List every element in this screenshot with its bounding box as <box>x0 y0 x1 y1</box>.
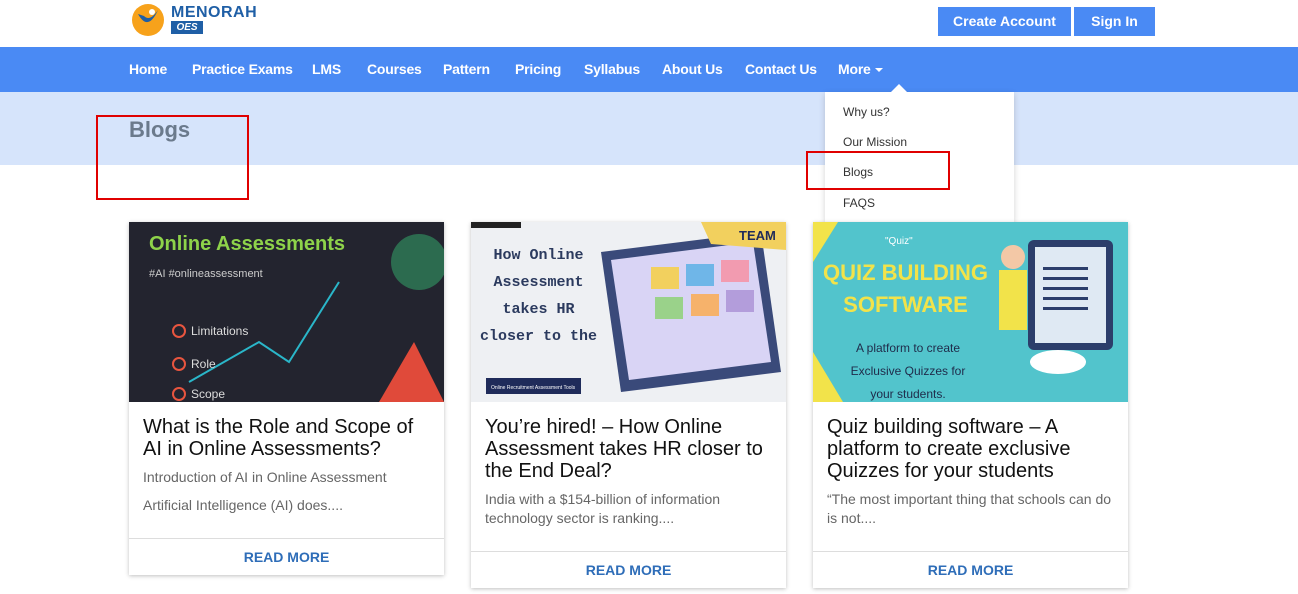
highlight-box-title <box>96 115 249 200</box>
nav-pattern[interactable]: Pattern <box>443 47 490 92</box>
logo-subtitle: OES <box>171 21 203 34</box>
nav-practice-exams[interactable]: Practice Exams <box>192 47 293 92</box>
blog-card-desc: “The most important thing that schools c… <box>827 491 1112 526</box>
blog-card-footer: READ MORE <box>813 551 1128 589</box>
dropdown-item-why-us[interactable]: Why us? <box>843 105 890 119</box>
img-text-scope: Scope <box>191 387 225 401</box>
blog-card-footer: READ MORE <box>471 551 786 589</box>
logo-title: MENORAH <box>171 4 258 21</box>
read-more-link[interactable]: READ MORE <box>586 562 672 578</box>
blog-card-desc: India with a $154-billion of information… <box>485 491 721 526</box>
blog-card-desc-line2: Artificial Intelligence (AI) does.... <box>143 497 343 513</box>
img-text-limitations: Limitations <box>191 324 248 338</box>
img-text-tags: #AI #onlineassessment <box>149 268 263 280</box>
nav-contact-us[interactable]: Contact Us <box>745 47 817 92</box>
img-text-team: TEAM <box>739 228 776 243</box>
img-text-role: Role <box>191 357 216 371</box>
menorah-logo[interactable]: MENORAH OES <box>130 2 260 38</box>
img-text-quiz: "Quiz" <box>885 236 913 247</box>
quiz-software-illustration: "Quiz" QUIZ BUILDING SOFTWARE A platform… <box>813 222 1128 402</box>
img-text-heading: QUIZ BUILDING SOFTWARE <box>823 260 988 317</box>
main-navbar: Home Practice Exams LMS Courses Pattern … <box>0 47 1298 92</box>
hr-assessment-illustration: TEAM Online Recruitment Assessment Tools… <box>471 222 786 402</box>
dropdown-item-faqs[interactable]: FAQS <box>843 196 875 210</box>
nav-more[interactable]: More <box>838 47 883 92</box>
read-more-link[interactable]: READ MORE <box>244 549 330 565</box>
nav-about-us[interactable]: About Us <box>662 47 723 92</box>
nav-more-label: More <box>838 61 871 77</box>
blog-card: Online Assessments #AI #onlineassessment… <box>129 222 444 575</box>
img-text-heading: How Online Assessment takes HR closer to… <box>479 247 598 345</box>
blog-card-title[interactable]: Quiz building software – A platform to c… <box>827 416 1119 482</box>
nav-pricing[interactable]: Pricing <box>515 47 561 92</box>
create-account-button[interactable]: Create Account <box>938 7 1071 36</box>
blog-card-footer: READ MORE <box>129 538 444 576</box>
read-more-link[interactable]: READ MORE <box>928 562 1014 578</box>
site-header: MENORAH OES Create Account Sign In <box>0 0 1298 47</box>
nav-syllabus[interactable]: Syllabus <box>584 47 640 92</box>
blog-card-title[interactable]: You’re hired! – How Online Assessment ta… <box>485 416 777 482</box>
caret-down-icon <box>874 68 883 73</box>
highlight-box-blogs <box>806 151 950 190</box>
logo-icon <box>132 4 164 36</box>
blog-card-image[interactable]: "Quiz" QUIZ BUILDING SOFTWARE A platform… <box>813 222 1128 402</box>
blog-card-image[interactable]: Online Assessments #AI #onlineassessment… <box>129 222 444 402</box>
blog-card-title[interactable]: What is the Role and Scope of AI in Onli… <box>143 416 435 460</box>
dropdown-item-our-mission[interactable]: Our Mission <box>843 135 907 149</box>
img-text-sub: A platform to create Exclusive Quizzes f… <box>850 341 966 401</box>
blog-card: TEAM Online Recruitment Assessment Tools… <box>471 222 786 588</box>
img-text-footer: Online Recruitment Assessment Tools <box>491 385 576 391</box>
sign-in-button[interactable]: Sign In <box>1074 7 1155 36</box>
img-text-heading: Online Assessments <box>149 233 345 255</box>
nav-home[interactable]: Home <box>129 47 167 92</box>
nav-lms[interactable]: LMS <box>312 47 341 92</box>
blog-card-desc-line1: Introduction of AI in Online Assessment <box>143 469 387 485</box>
nav-courses[interactable]: Courses <box>367 47 422 92</box>
ai-assessment-illustration: Online Assessments #AI #onlineassessment… <box>129 222 444 402</box>
blog-card-image[interactable]: TEAM Online Recruitment Assessment Tools… <box>471 222 786 402</box>
blog-card: "Quiz" QUIZ BUILDING SOFTWARE A platform… <box>813 222 1128 588</box>
